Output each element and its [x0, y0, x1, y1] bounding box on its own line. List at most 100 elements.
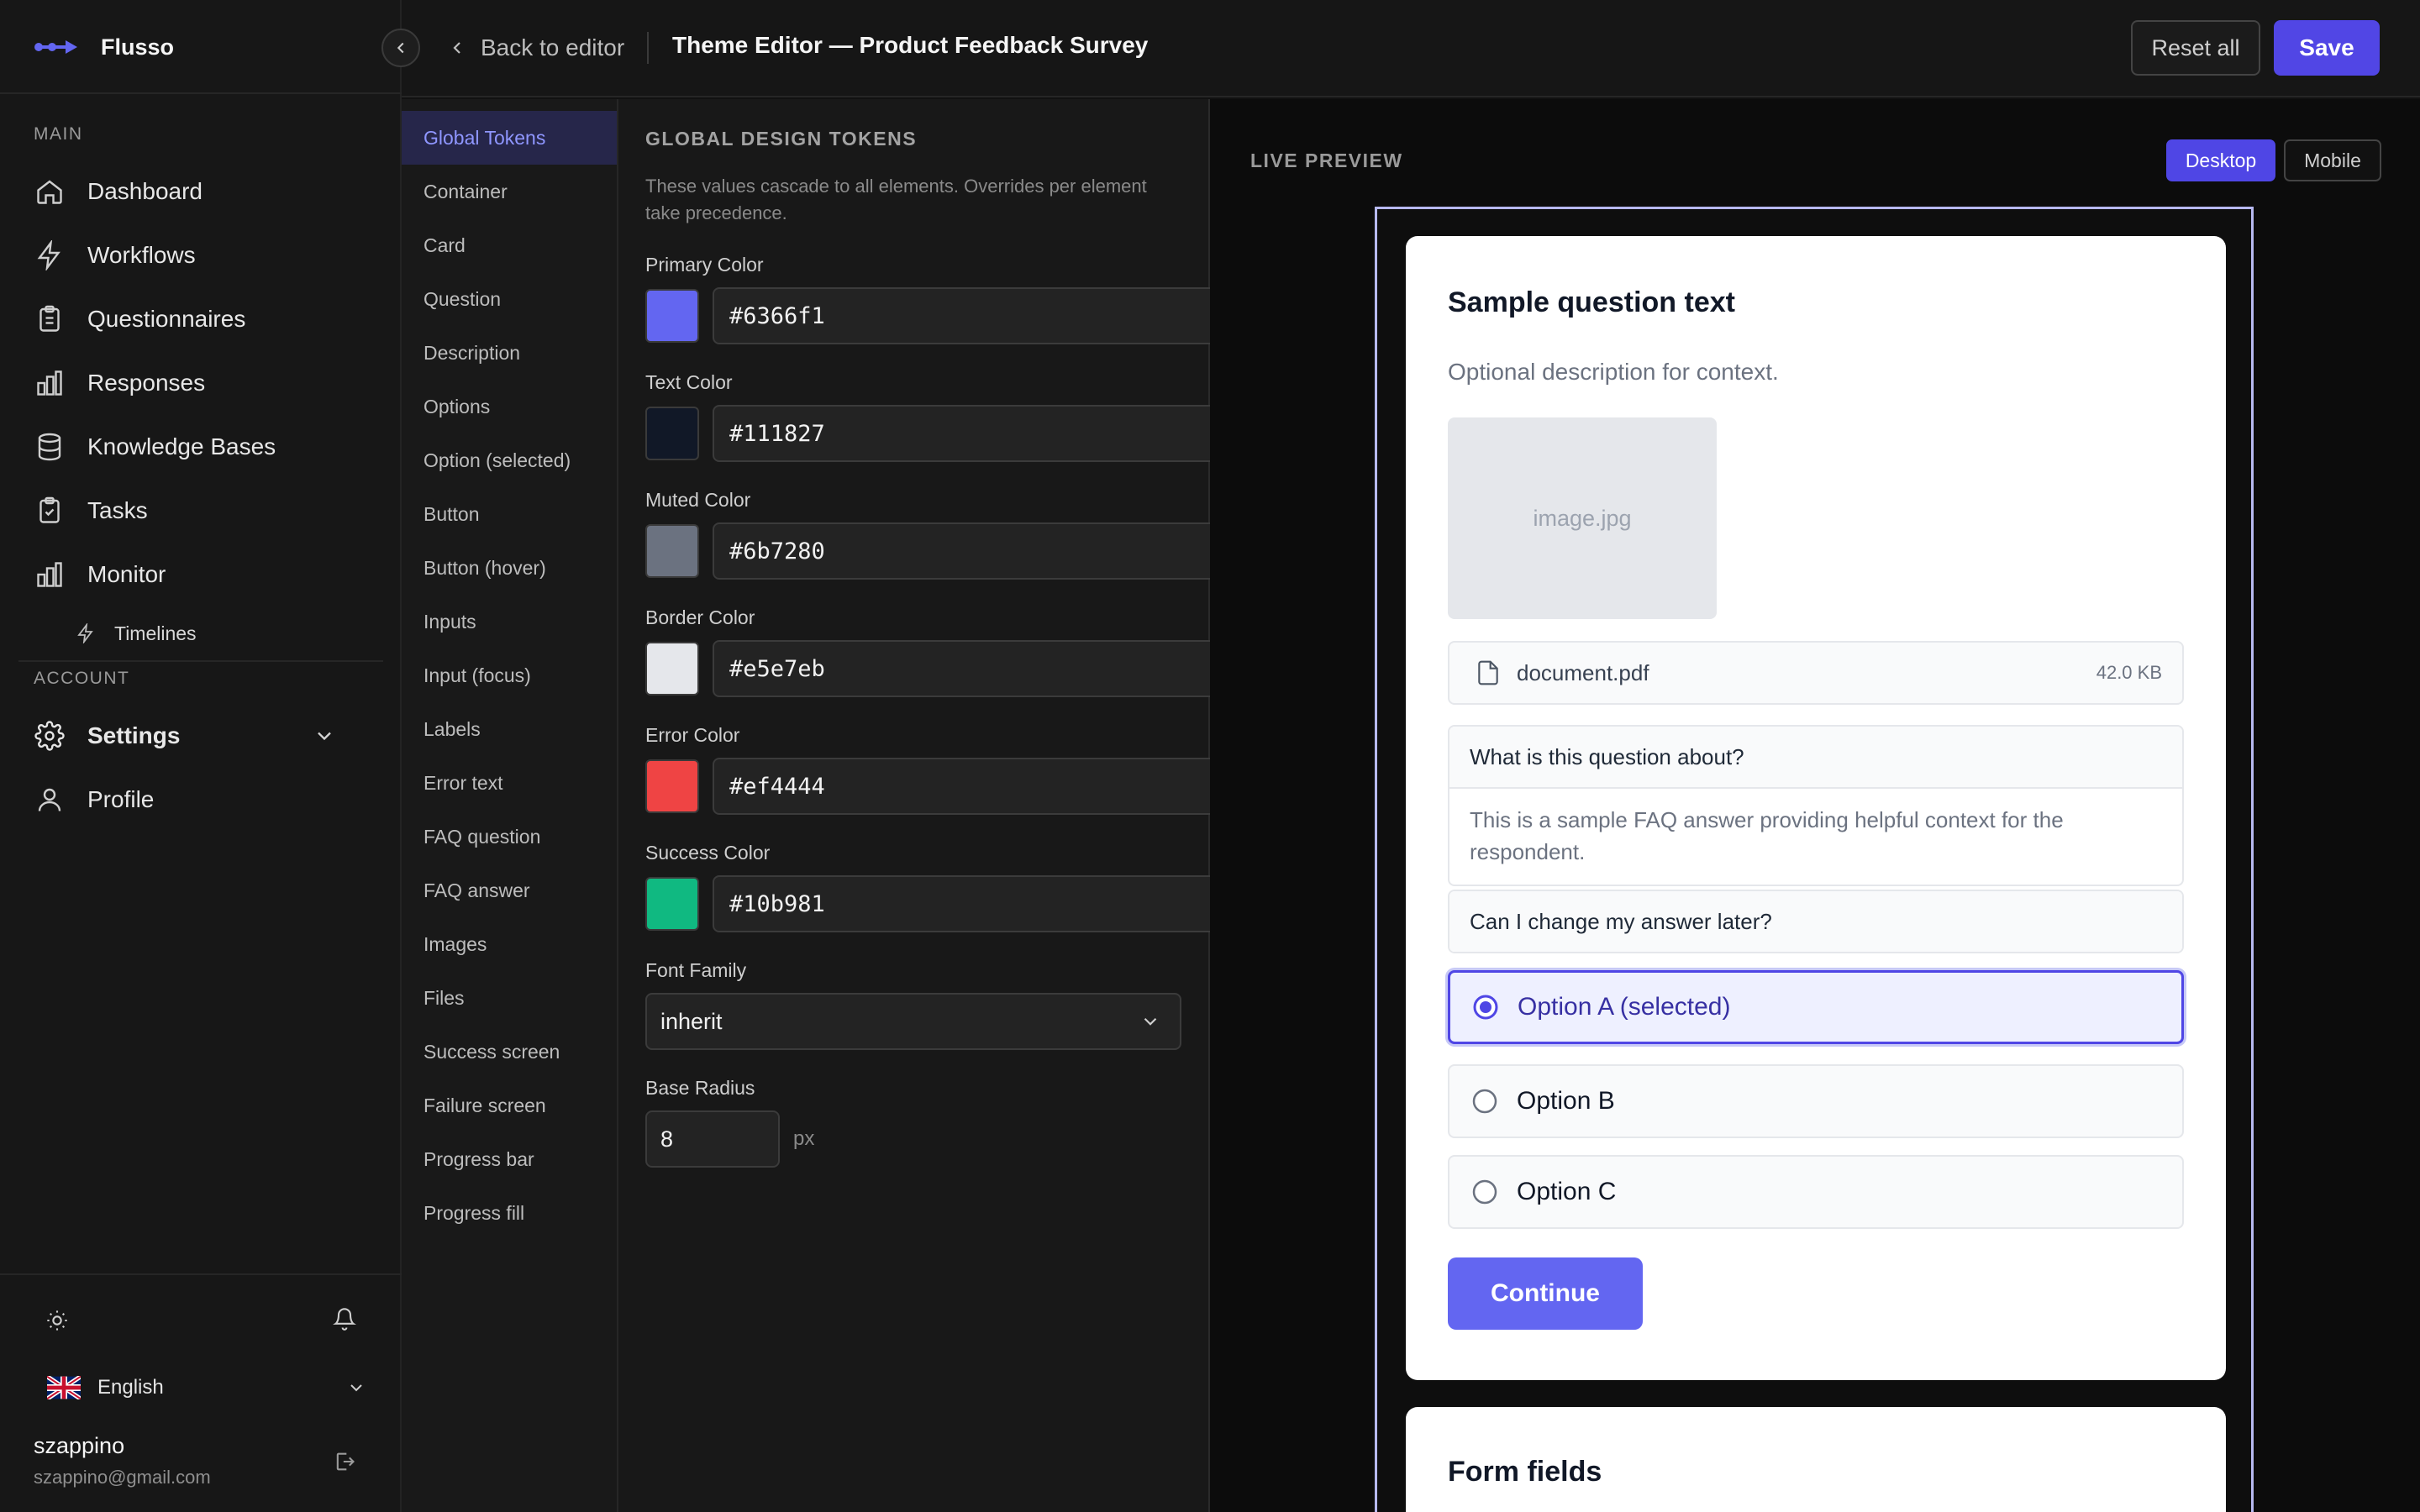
- bell-icon[interactable]: [328, 1302, 361, 1336]
- element-item-inputs[interactable]: Inputs: [402, 595, 617, 648]
- element-item-faq-answer[interactable]: FAQ answer: [402, 864, 617, 917]
- sidebar-item-label: Knowledge Bases: [87, 433, 276, 459]
- element-item-failure-screen[interactable]: Failure screen: [402, 1079, 617, 1132]
- brand[interactable]: Flusso: [34, 30, 174, 64]
- save-button[interactable]: Save: [2274, 20, 2380, 76]
- color-hex-input[interactable]: #ef4444: [713, 758, 1249, 815]
- radio-icon: [1471, 1179, 1498, 1205]
- sidebar-item-dashboard[interactable]: Dashboard: [34, 168, 370, 215]
- element-item-error-text[interactable]: Error text: [402, 756, 617, 810]
- sidebar-item-label: Workflows: [87, 242, 196, 268]
- font-family-label: Font Family: [645, 959, 747, 981]
- color-hex-input[interactable]: #10b981: [713, 875, 1249, 932]
- color-token-label: Text Color: [645, 371, 733, 393]
- color-hex-input[interactable]: #6366f1: [713, 287, 1249, 344]
- sidebar-item-knowledge-bases[interactable]: Knowledge Bases: [34, 423, 370, 470]
- section-label-account: ACCOUNT: [34, 669, 130, 688]
- form-fields-title: Form fields: [1448, 1456, 1602, 1488]
- language-label: English: [97, 1376, 164, 1399]
- tokens-description: These values cascade to all elements. Ov…: [645, 176, 1147, 223]
- file-attachment[interactable]: document.pdf 42.0 KB: [1448, 641, 2184, 705]
- bar-chart-icon: [34, 367, 66, 399]
- color-hex-input[interactable]: #111827: [713, 405, 1249, 462]
- color-swatch[interactable]: [645, 877, 699, 931]
- collapse-sidebar-button[interactable]: [381, 29, 420, 67]
- element-item-progress-bar[interactable]: Progress bar: [402, 1132, 617, 1186]
- faq-question: What is this question about?: [1449, 727, 2182, 787]
- image-placeholder: image.jpg: [1448, 417, 1717, 619]
- page-title: Theme Editor — Product Feedback Survey: [672, 32, 1149, 58]
- brand-name: Flusso: [101, 34, 175, 60]
- sidebar-item-workflows[interactable]: Workflows: [34, 232, 370, 279]
- element-item-global-tokens[interactable]: Global Tokens: [402, 111, 617, 165]
- sidebar-subitem-timelines[interactable]: Timelines: [76, 617, 197, 650]
- color-swatch[interactable]: [645, 642, 699, 696]
- color-swatch[interactable]: [645, 407, 699, 460]
- element-item-card[interactable]: Card: [402, 218, 617, 272]
- database-icon: [34, 431, 66, 463]
- clipboard-check-icon: [34, 495, 66, 527]
- element-list: Global Tokens Container Card Question Descri…: [402, 99, 618, 1512]
- sidebar-item-profile[interactable]: Profile: [34, 776, 370, 823]
- device-mobile-button[interactable]: Mobile: [2284, 139, 2381, 181]
- element-item-container[interactable]: Container: [402, 165, 617, 218]
- logo-icon: [34, 37, 79, 57]
- element-item-labels[interactable]: Labels: [402, 702, 617, 756]
- option-label: Option A (selected): [1518, 993, 1731, 1021]
- color-token-label: Success Color: [645, 842, 771, 864]
- sidebar-item-monitor[interactable]: Monitor: [34, 551, 370, 598]
- reset-all-button[interactable]: Reset all: [2131, 20, 2260, 76]
- element-item-button-hover[interactable]: Button (hover): [402, 541, 617, 595]
- element-item-faq-question[interactable]: FAQ question: [402, 810, 617, 864]
- sidebar-item-label: Settings: [87, 722, 181, 748]
- clipboard-icon: [34, 303, 66, 335]
- element-item-progress-fill[interactable]: Progress fill: [402, 1186, 617, 1240]
- color-swatch[interactable]: [645, 759, 699, 813]
- sidebar-item-questionnaires[interactable]: Questionnaires: [34, 296, 370, 343]
- element-item-options[interactable]: Options: [402, 380, 617, 433]
- device-desktop-button[interactable]: Desktop: [2166, 139, 2275, 181]
- question-description: Optional description for context.: [1448, 359, 1779, 385]
- element-item-button[interactable]: Button: [402, 487, 617, 541]
- element-item-images[interactable]: Images: [402, 917, 617, 971]
- color-swatch[interactable]: [645, 524, 699, 578]
- back-label: Back to editor: [481, 34, 625, 60]
- color-swatch[interactable]: [645, 289, 699, 343]
- sidebar-item-label: Tasks: [87, 497, 148, 523]
- sidebar-item-tasks[interactable]: Tasks: [34, 487, 370, 534]
- bolt-icon: [76, 623, 96, 643]
- sun-icon[interactable]: [40, 1304, 74, 1337]
- element-item-success-screen[interactable]: Success screen: [402, 1025, 617, 1079]
- chevron-down-icon: [346, 1378, 366, 1398]
- tokens-title: GLOBAL DESIGN TOKENS: [645, 128, 918, 150]
- sidebar-item-responses[interactable]: Responses: [34, 360, 370, 407]
- option-a[interactable]: Option A (selected): [1448, 970, 2184, 1044]
- color-token-label: Primary Color: [645, 254, 764, 276]
- option-c[interactable]: Option C: [1448, 1155, 2184, 1229]
- logout-icon[interactable]: [328, 1445, 361, 1478]
- sidebar-item-settings[interactable]: Settings: [34, 712, 370, 759]
- element-item-files[interactable]: Files: [402, 971, 617, 1025]
- option-label: Option C: [1517, 1178, 1617, 1205]
- faq-item[interactable]: Can I change my answer later?: [1448, 890, 2184, 953]
- sidebar-subitem-label: Timelines: [114, 622, 197, 644]
- bar-chart-icon: [34, 559, 66, 591]
- gear-icon: [34, 720, 66, 752]
- color-hex-input[interactable]: #6b7280: [713, 522, 1249, 580]
- faq-item[interactable]: What is this question about? This is a s…: [1448, 725, 2184, 886]
- element-item-description[interactable]: Description: [402, 326, 617, 380]
- section-label-main: MAIN: [34, 124, 83, 144]
- radio-selected-icon: [1472, 994, 1499, 1021]
- element-item-option-selected[interactable]: Option (selected): [402, 433, 617, 487]
- continue-button[interactable]: Continue: [1448, 1257, 1643, 1330]
- home-icon: [34, 176, 66, 207]
- color-hex-input[interactable]: #e5e7eb: [713, 640, 1249, 697]
- element-item-question[interactable]: Question: [402, 272, 617, 326]
- option-b[interactable]: Option B: [1448, 1064, 2184, 1138]
- element-item-input-focus[interactable]: Input (focus): [402, 648, 617, 702]
- color-token-label: Muted Color: [645, 489, 751, 511]
- font-family-select[interactable]: inherit: [645, 993, 1181, 1050]
- language-selector[interactable]: English: [47, 1369, 366, 1406]
- base-radius-input[interactable]: 8: [645, 1110, 780, 1168]
- back-to-editor-link[interactable]: Back to editor: [447, 30, 624, 66]
